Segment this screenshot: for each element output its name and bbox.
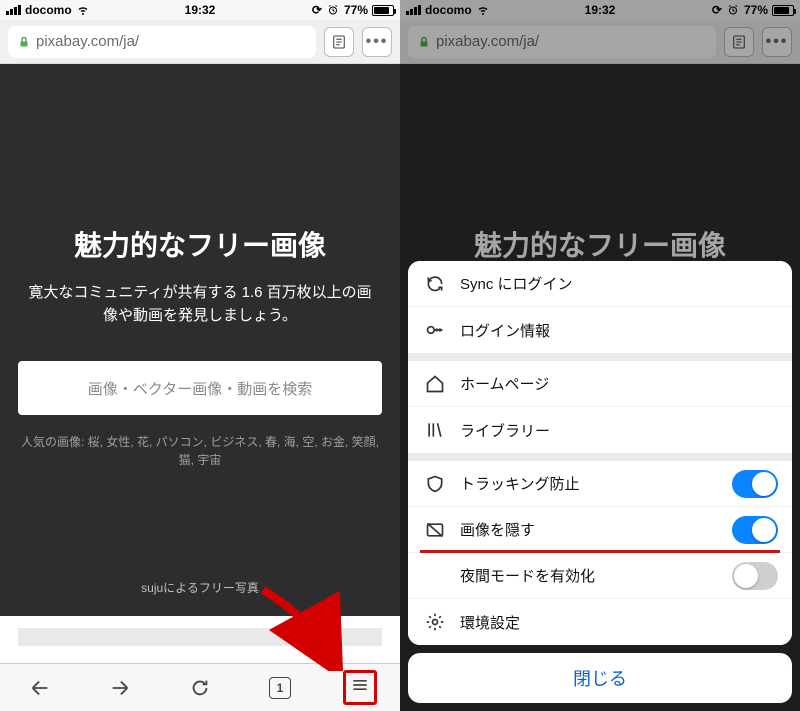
orientation-lock-icon: ⟳ [312,3,322,17]
reader-icon [331,34,347,50]
tabs-button[interactable]: 1 [260,668,300,708]
photo-credit: sujuによるフリー写真 [141,579,259,596]
menu-sync-login[interactable]: Sync にログイン [408,261,792,307]
screenshot-right: docomo 19:32 ⟳ 77% pixabay.com/ja/ ••• [400,0,800,711]
close-label: 閉じる [573,665,627,691]
key-icon [424,319,446,341]
reader-mode-button[interactable] [324,27,354,57]
menu-label: ログイン情報 [460,320,550,341]
toggle-night-mode[interactable] [732,562,778,590]
url-bar: pixabay.com/ja/ ••• [0,20,400,64]
annotation-highlight [343,670,377,705]
lock-icon [18,35,30,49]
hamburger-icon [350,675,370,695]
reload-icon [189,677,211,699]
battery-pct: 77% [344,3,368,17]
arrow-left-icon [29,677,51,699]
menu-label: 画像を隠す [460,519,535,540]
menu-library[interactable]: ライブラリー [408,407,792,453]
search-placeholder: 画像・ベクター画像・動画を検索 [88,378,312,399]
menu-label: 環境設定 [460,612,520,633]
home-icon [424,373,446,395]
clock-label: 19:32 [185,3,216,17]
url-field[interactable]: pixabay.com/ja/ [8,26,316,58]
popular-tags: 人気の画像: 桜, 女性, 花, パソコン, ビジネス, 春, 海, 空, お金… [18,433,382,469]
content-strip [0,616,400,646]
menu-settings[interactable]: 環境設定 [408,599,792,645]
gear-icon [424,611,446,633]
menu-button[interactable] [340,668,380,708]
bottom-toolbar: 1 [0,663,400,711]
url-text: pixabay.com/ja/ [36,33,139,50]
menu-night-mode[interactable]: 夜間モードを有効化 [408,553,792,599]
alarm-icon [326,4,340,16]
menu-login-info[interactable]: ログイン情報 [408,307,792,353]
menu-panel: Sync にログイン ログイン情報 ホームページ [408,261,792,645]
menu-tracking-protection[interactable]: トラッキング防止 [408,461,792,507]
page-actions-button[interactable]: ••• [362,27,392,57]
reload-button[interactable] [180,668,220,708]
forward-button[interactable] [100,668,140,708]
ios-status-bar: docomo 19:32 ⟳ 77% [0,0,400,20]
page-headline: 魅力的なフリー画像 [74,224,326,264]
carrier-label: docomo [25,3,72,17]
ellipsis-icon: ••• [366,33,389,51]
wifi-icon [76,4,90,16]
menu-label: ホームページ [460,373,549,394]
no-image-icon [424,519,446,541]
menu-label: Sync にログイン [460,273,573,294]
arrow-right-icon [109,677,131,699]
menu-homepage[interactable]: ホームページ [408,361,792,407]
page-content: 魅力的なフリー画像 寛大なコミュニティが共有する 1.6 百万枚以上の画像や動画… [0,64,400,646]
back-button[interactable] [20,668,60,708]
menu-label: 夜間モードを有効化 [460,565,595,586]
page-subhead: 寛大なコミュニティが共有する 1.6 百万枚以上の画像や動画を発見しましょう。 [18,282,382,327]
sync-icon [424,273,446,295]
close-button[interactable]: 閉じる [408,653,792,703]
toggle-tracking[interactable] [732,470,778,498]
screenshot-left: docomo 19:32 ⟳ 77% pixabay.com/ja/ ••• [0,0,400,711]
library-icon [424,419,446,441]
menu-label: トラッキング防止 [460,473,580,494]
toggle-hide-images[interactable] [732,516,778,544]
search-input[interactable]: 画像・ベクター画像・動画を検索 [18,361,382,415]
moon-icon [424,565,446,587]
menu-hide-images[interactable]: 画像を隠す [408,507,792,553]
signal-icon [6,5,21,15]
menu-sheet: Sync にログイン ログイン情報 ホームページ [408,261,792,703]
shield-icon [424,473,446,495]
menu-label: ライブラリー [460,420,550,441]
tab-count: 1 [269,677,291,699]
battery-icon [372,5,394,16]
